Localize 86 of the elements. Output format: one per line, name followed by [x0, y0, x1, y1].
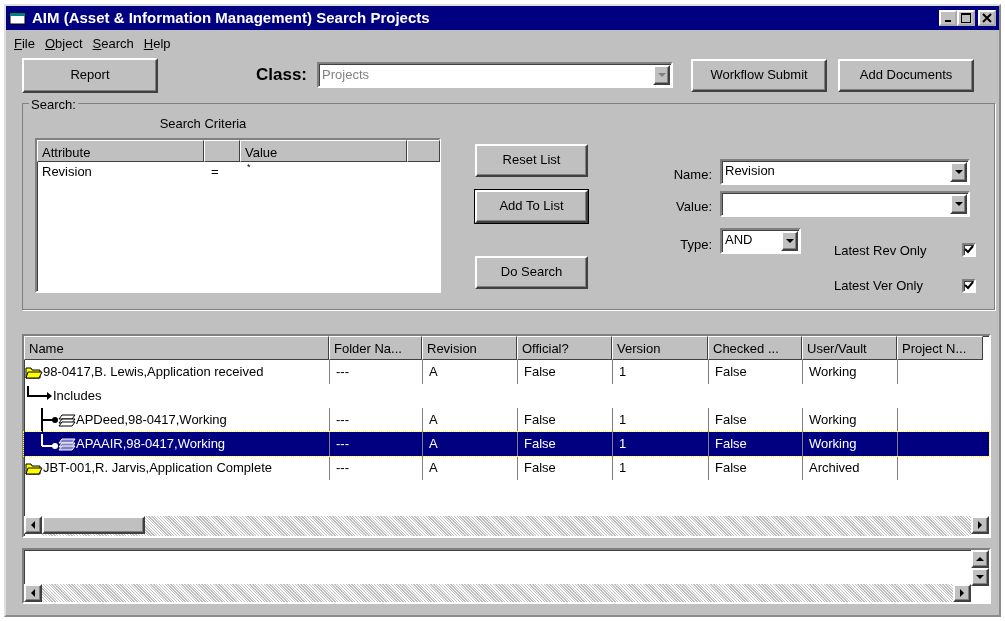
tree-row[interactable]: JBT-001,R. Jarvis,Application Complete --- A False 1 False Archived [24, 455, 989, 480]
name-label: Name: [672, 165, 712, 184]
scroll-right-button[interactable] [953, 583, 971, 602]
table-cell: --- [329, 455, 422, 480]
tree-row[interactable]: 98-0417,B. Lewis,Application received --- A False 1 False Working [24, 359, 989, 384]
menu-item[interactable]: Search [92, 34, 134, 54]
folder-icon [25, 460, 43, 475]
dropdown-arrow-icon [657, 73, 666, 77]
table-cell: A [422, 359, 517, 384]
column-header[interactable]: Folder Na... [329, 335, 422, 360]
report-button[interactable]: Report [22, 57, 158, 93]
value-dropdown[interactable] [720, 190, 970, 217]
item-name: APAAIR,98-0417,Working [76, 434, 226, 453]
checkbox-label: Latest Ver Only [834, 277, 924, 295]
search-button[interactable]: Do Search [475, 255, 588, 289]
checkbox[interactable] [962, 278, 976, 293]
column-header[interactable]: Checked ... [708, 335, 802, 360]
document-stack-icon [58, 436, 76, 451]
table-cell: --- [329, 431, 422, 456]
tree-row[interactable]: APAAIR,98-0417,Working --- A False 1 False Working [24, 431, 989, 456]
minimize-icon [944, 20, 951, 22]
column-header[interactable]: Project N... [897, 335, 983, 360]
item-name: JBT-001,R. Jarvis,Application Complete [43, 458, 273, 477]
menu-item[interactable]: File [14, 34, 35, 54]
folder-icon [25, 364, 43, 379]
class-label: Class: [256, 64, 308, 87]
table-cell: False [517, 455, 612, 480]
name-dropdown[interactable]: Revision [720, 158, 970, 185]
app-icon [9, 10, 27, 26]
scroll-up-button[interactable] [971, 549, 989, 568]
menu-item[interactable]: Object [44, 34, 83, 54]
scroll-left-button[interactable] [24, 583, 42, 602]
column-header[interactable]: Revision [422, 335, 517, 360]
type-dropdown[interactable]: AND [720, 228, 801, 255]
type-label: Type: [679, 235, 712, 254]
column-header[interactable]: Version [612, 335, 708, 360]
window-title: AIM (Asset & Information Management) Search Projects [32, 7, 431, 28]
toolbar-button[interactable]: Add Documents [838, 58, 975, 92]
column-header[interactable] [407, 139, 440, 162]
search-button[interactable]: Reset List [475, 143, 588, 177]
tree-connector-icon [25, 385, 37, 398]
dropdown-arrow-icon [785, 239, 794, 244]
table-cell: False [708, 431, 802, 456]
criteria-value: * [247, 162, 251, 172]
minimize-button[interactable] [938, 10, 957, 26]
column-header[interactable]: Value [240, 139, 407, 162]
table-cell: 1 [612, 359, 708, 384]
column-header[interactable]: User/Vault [802, 335, 897, 360]
criteria-operator: = [211, 162, 220, 180]
dropdown-arrow-icon [954, 169, 963, 174]
tree-row[interactable]: Includes [24, 383, 989, 408]
table-cell: Working [802, 359, 897, 384]
close-button[interactable] [978, 10, 996, 26]
column-header[interactable] [204, 139, 240, 162]
table-cell: 1 [612, 431, 708, 456]
table-cell: A [422, 455, 517, 480]
scroll-right-button[interactable] [971, 515, 989, 534]
scroll-left-button[interactable] [24, 515, 42, 534]
table-cell: False [517, 431, 612, 456]
table-cell: Working [802, 431, 897, 456]
item-name: APDeed,98-0417,Working [76, 410, 227, 429]
table-cell: False [708, 359, 802, 384]
criteria-title: Search Criteria [158, 114, 248, 130]
table-cell: 1 [612, 455, 708, 480]
table-cell: False [708, 455, 802, 480]
column-header[interactable]: Attribute [37, 139, 204, 162]
item-name: Includes [53, 386, 102, 405]
scrollbar-thumb[interactable] [42, 515, 145, 534]
close-icon [982, 13, 992, 23]
table-cell: --- [329, 359, 422, 384]
maximize-icon [960, 13, 971, 23]
dropdown-arrow-icon [954, 201, 963, 206]
column-header[interactable]: Official? [517, 335, 612, 360]
table-cell: False [517, 359, 612, 384]
checkbox-label: Latest Rev Only [834, 241, 928, 260]
table-cell: A [422, 431, 517, 456]
menu-item[interactable]: Help [143, 34, 171, 54]
checkbox[interactable] [962, 243, 976, 258]
column-header[interactable]: Name [24, 335, 329, 360]
value-label: Value: [675, 197, 712, 216]
table-cell: Archived [802, 455, 897, 480]
search-button[interactable]: Add To List [475, 189, 588, 223]
toolbar-button[interactable]: Workflow Submit [691, 58, 828, 92]
document-stack-icon [58, 412, 76, 427]
item-name: 98-0417,B. Lewis,Application received [43, 362, 264, 381]
criteria-attribute: Revision [41, 162, 93, 180]
